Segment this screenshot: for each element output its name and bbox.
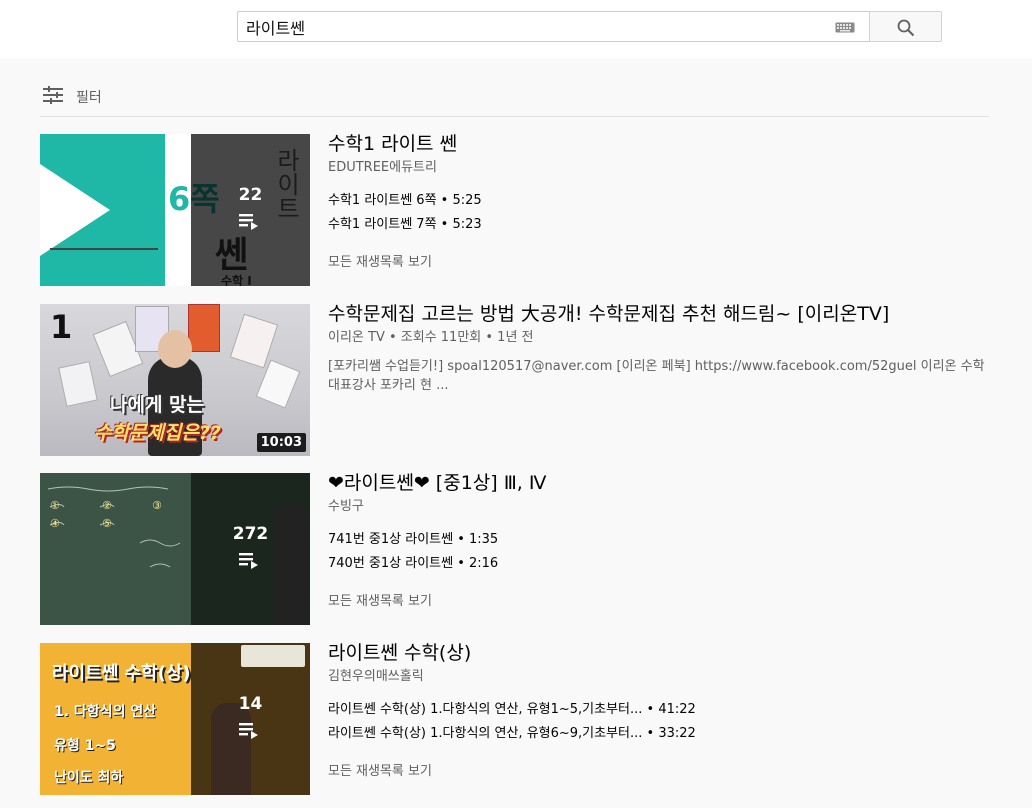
playlist-thumbnail[interactable]: ① ④ ② ⑤ ③ 272 xyxy=(40,473,310,625)
filter-bar[interactable]: 필터 xyxy=(40,76,989,117)
thumb-title-text: 라이트쎈 수학(상) xyxy=(52,663,191,684)
playlist-count: 22 xyxy=(238,185,263,205)
result-info: 라이트쎈 수학(상) 김현우의매쓰홀릭 라이트쎈 수학(상) 1.다항식의 연산… xyxy=(328,641,998,779)
masthead xyxy=(0,0,1032,58)
svg-text:①: ① xyxy=(50,499,60,512)
book-image xyxy=(188,304,220,352)
playlist-count: 14 xyxy=(238,694,263,714)
playlist-icon xyxy=(239,553,258,569)
result-title[interactable]: 라이트쎈 수학(상) xyxy=(328,641,998,665)
playlist-overlay: 14 xyxy=(191,643,310,795)
thumb-ssen-text: 쎈 xyxy=(215,235,249,276)
thumb-line1: 나에게 맞는 xyxy=(110,394,205,416)
result-title[interactable]: 수학1 라이트 쎈 xyxy=(328,132,998,156)
thumb-number: 1 xyxy=(50,308,73,346)
channel-meta[interactable]: 이리온 TV • 조회수 11만회 • 1년 전 xyxy=(328,329,998,347)
video-description: [포카리쌤 수업듣기!] spoal120517@naver.com [이리온 … xyxy=(328,359,985,393)
svg-text:②: ② xyxy=(102,499,112,512)
svg-text:④: ④ xyxy=(50,517,60,530)
playlist-overlay: 272 xyxy=(191,473,310,625)
video-duration: 10:03 xyxy=(256,433,306,452)
search-input[interactable] xyxy=(246,16,826,38)
channel-logo-graphic xyxy=(241,645,305,667)
playlist-result[interactable]: ① ④ ② ⑤ ③ 272 ❤라이트쎈❤ [중1상] Ⅲ, Ⅳ 수빙구 741번 중1상… xyxy=(40,471,1000,625)
playlist-result[interactable]: 6쪽 라이트 쎈 수학 I 22 수학1 라이트 쎈 EDUTREE에듀트리 수… xyxy=(40,132,1000,286)
channel-name[interactable]: 수빙구 xyxy=(328,498,998,516)
thumb-line: 유형 1~5 xyxy=(54,738,116,754)
svg-text:③: ③ xyxy=(152,499,162,512)
playlist-items: 741번 중1상 라이트쎈 • 1:35 740번 중1상 라이트쎈 • 2:1… xyxy=(328,528,998,576)
playlist-count: 272 xyxy=(232,524,269,544)
presenter-figure xyxy=(211,703,251,795)
filter-label[interactable]: 필터 xyxy=(76,87,102,107)
playlist-result[interactable]: 라이트쎈 수학(상) 1. 다항식의 연산 유형 1~5 난이도 최하 14 라… xyxy=(40,641,1000,795)
teacher-figure xyxy=(273,503,307,625)
playlist-item[interactable]: 라이트쎈 수학(상) 1.다항식의 연산, 유형6~9,기초부터... • 33… xyxy=(328,722,998,746)
view-full-playlist-link[interactable]: 모든 재생목록 보기 xyxy=(328,760,998,779)
playlist-thumbnail[interactable]: 6쪽 라이트 쎈 수학 I 22 xyxy=(40,134,310,286)
playlist-item[interactable]: 수학1 라이트쎈 7쪽 • 5:23 xyxy=(328,213,998,237)
result-title[interactable]: 수학문제집 고르는 방법 大공개! 수학문제집 추천 해드림~ [이리온TV] xyxy=(328,302,998,326)
svg-text:⑤: ⑤ xyxy=(102,517,112,530)
thumb-vertical-text: 라이트 xyxy=(272,148,300,220)
chalkboard-writing: ① ④ ② ⑤ ③ xyxy=(47,486,181,568)
playlist-item[interactable]: 741번 중1상 라이트쎈 • 1:35 xyxy=(328,528,998,552)
result-info: 수학문제집 고르는 방법 大공개! 수학문제집 추천 해드림~ [이리온TV] … xyxy=(328,302,998,395)
thumb-line2: 수학문제집은?? xyxy=(94,422,221,444)
result-info: ❤라이트쎈❤ [중1상] Ⅲ, Ⅳ 수빙구 741번 중1상 라이트쎈 • 1:… xyxy=(328,471,998,609)
search-icon xyxy=(897,19,915,37)
thumb-line: 1. 다항식의 연산 xyxy=(54,704,157,720)
playlist-overlay: 라이트 쎈 수학 I 22 xyxy=(191,134,310,286)
video-thumbnail[interactable]: 1 나에게 맞는 수학문제집은?? 10:03 xyxy=(40,304,310,456)
playlist-icon xyxy=(239,723,258,739)
playlist-item[interactable]: 740번 중1상 라이트쎈 • 2:16 xyxy=(328,552,998,576)
search-box[interactable] xyxy=(237,11,869,42)
channel-name[interactable]: EDUTREE에듀트리 xyxy=(328,159,998,177)
channel-name[interactable]: 김현우의매쓰홀릭 xyxy=(328,668,998,686)
presenter-head xyxy=(158,330,192,368)
playlist-items: 수학1 라이트쎈 6쪽 • 5:25 수학1 라이트쎈 7쪽 • 5:23 xyxy=(328,189,998,237)
view-full-playlist-link[interactable]: 모든 재생목록 보기 xyxy=(328,251,998,270)
playlist-item[interactable]: 라이트쎈 수학(상) 1.다항식의 연산, 유형1~5,기초부터... • 41… xyxy=(328,698,998,722)
playlist-item[interactable]: 수학1 라이트쎈 6쪽 • 5:25 xyxy=(328,189,998,213)
filter-sliders-icon[interactable] xyxy=(42,85,64,105)
result-info: 수학1 라이트 쎈 EDUTREE에듀트리 수학1 라이트쎈 6쪽 • 5:25… xyxy=(328,132,998,270)
playlist-thumbnail[interactable]: 라이트쎈 수학(상) 1. 다항식의 연산 유형 1~5 난이도 최하 14 xyxy=(40,643,310,795)
thumb-corner-text: 수학 I xyxy=(221,274,252,286)
playlist-icon xyxy=(239,214,258,230)
playlist-items: 라이트쎈 수학(상) 1.다항식의 연산, 유형1~5,기초부터... • 41… xyxy=(328,698,998,746)
result-title[interactable]: ❤라이트쎈❤ [중1상] Ⅲ, Ⅳ xyxy=(328,471,998,495)
keyboard-icon[interactable] xyxy=(835,22,855,33)
book-image xyxy=(58,361,98,407)
view-full-playlist-link[interactable]: 모든 재생목록 보기 xyxy=(328,590,998,609)
thumb-line: 난이도 최하 xyxy=(54,770,124,786)
search-button[interactable] xyxy=(869,11,942,42)
video-result[interactable]: 1 나에게 맞는 수학문제집은?? 10:03 수학문제집 고르는 방법 大공개… xyxy=(40,302,1000,456)
